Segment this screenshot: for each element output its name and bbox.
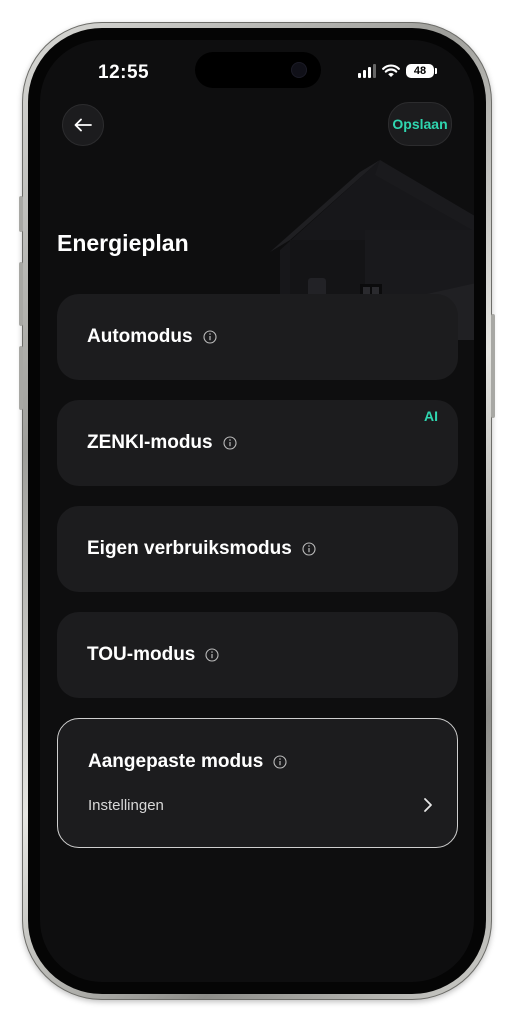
arrow-left-icon (74, 118, 92, 132)
volume-up-button (19, 262, 23, 326)
back-button[interactable] (62, 104, 104, 146)
power-button (491, 314, 495, 418)
wifi-icon (382, 64, 400, 77)
status-time: 12:55 (98, 62, 150, 83)
mode-label: ZENKI-modus (87, 432, 213, 453)
mode-label: Eigen verbruiksmodus (87, 538, 292, 559)
info-icon[interactable] (202, 330, 217, 344)
mode-label: Aangepaste modus (88, 751, 264, 772)
mode-label: TOU-modus (87, 644, 196, 665)
mode-card-automodus[interactable]: Automodus (57, 294, 458, 380)
mode-card-aangepast[interactable]: Aangepaste modus Instellingen (57, 718, 458, 848)
info-icon[interactable] (273, 755, 287, 769)
mode-card-zenki[interactable]: AI ZENKI-modus (57, 400, 458, 486)
status-icons: 48 (358, 62, 437, 80)
volume-down-button (19, 346, 23, 410)
mode-card-eigen-verbruik[interactable]: Eigen verbruiksmodus (57, 506, 458, 592)
battery-level: 48 (413, 65, 427, 77)
cellular-signal-icon (358, 64, 376, 78)
dynamic-island (195, 52, 321, 88)
camera-icon (291, 62, 307, 78)
info-icon[interactable] (302, 542, 316, 556)
ai-badge: AI (424, 408, 438, 424)
mode-label: Automodus (87, 326, 193, 347)
screen: 12:55 48 Opslaan Energieplan Automodus A… (40, 40, 474, 982)
settings-label[interactable]: Instellingen (88, 797, 164, 814)
mode-card-tou[interactable]: TOU-modus (57, 612, 458, 698)
save-button[interactable]: Opslaan (388, 102, 452, 146)
info-icon[interactable] (205, 648, 219, 662)
status-bar: 12:55 48 (40, 40, 474, 100)
page-title: Energieplan (57, 230, 189, 256)
action-button (19, 196, 23, 232)
battery-icon: 48 (406, 64, 437, 78)
info-icon[interactable] (223, 436, 237, 450)
chevron-right-icon[interactable] (421, 797, 435, 813)
